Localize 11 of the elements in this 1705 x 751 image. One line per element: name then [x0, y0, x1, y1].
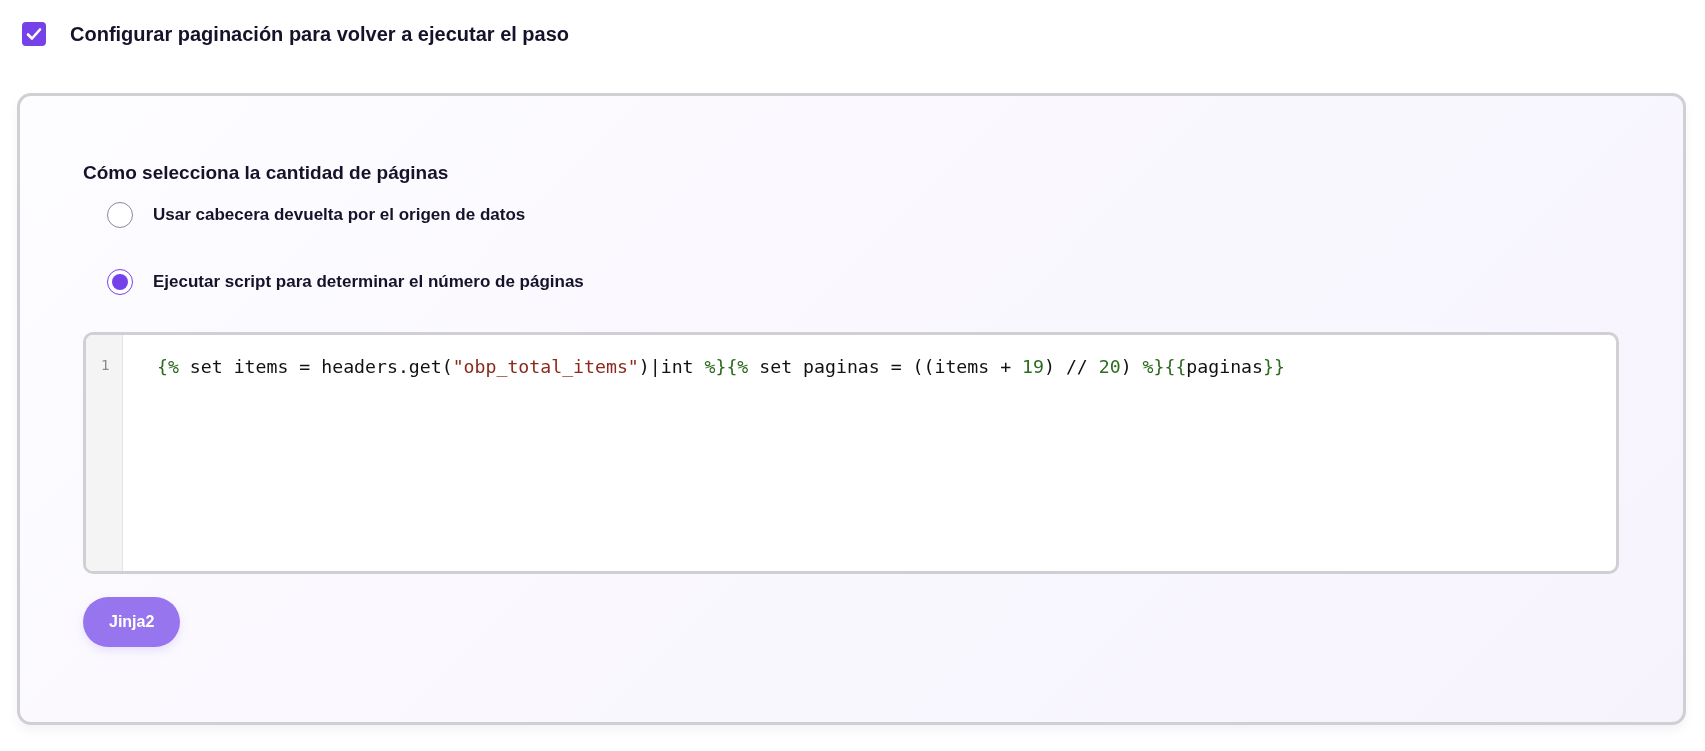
radio-button[interactable]: [107, 269, 133, 295]
radio-label: Ejecutar script para determinar el número de páginas: [153, 272, 584, 292]
checkbox-label: Configurar paginación para volver a ejecutar el paso: [70, 22, 570, 46]
code-editor[interactable]: 1 {% set items = headers.get("obp_total_items")|int %}{% set paginas = ((items + 19) // 20) %}{{paginas}}: [83, 332, 1619, 574]
line-number: 1: [100, 356, 111, 373]
checkbox[interactable]: [22, 22, 46, 46]
code-line: {% set items = headers.get("obp_total_items")|int %}{% set paginas = ((items + 19) // 20) %}{{paginas}}: [157, 356, 1285, 377]
radio-button[interactable]: [107, 202, 133, 228]
checkmark-icon: [26, 27, 42, 41]
section-heading: Cómo selecciona la cantidad de páginas: [83, 162, 450, 184]
radio-label: Usar cabecera devuelta por el origen de datos: [153, 205, 526, 225]
